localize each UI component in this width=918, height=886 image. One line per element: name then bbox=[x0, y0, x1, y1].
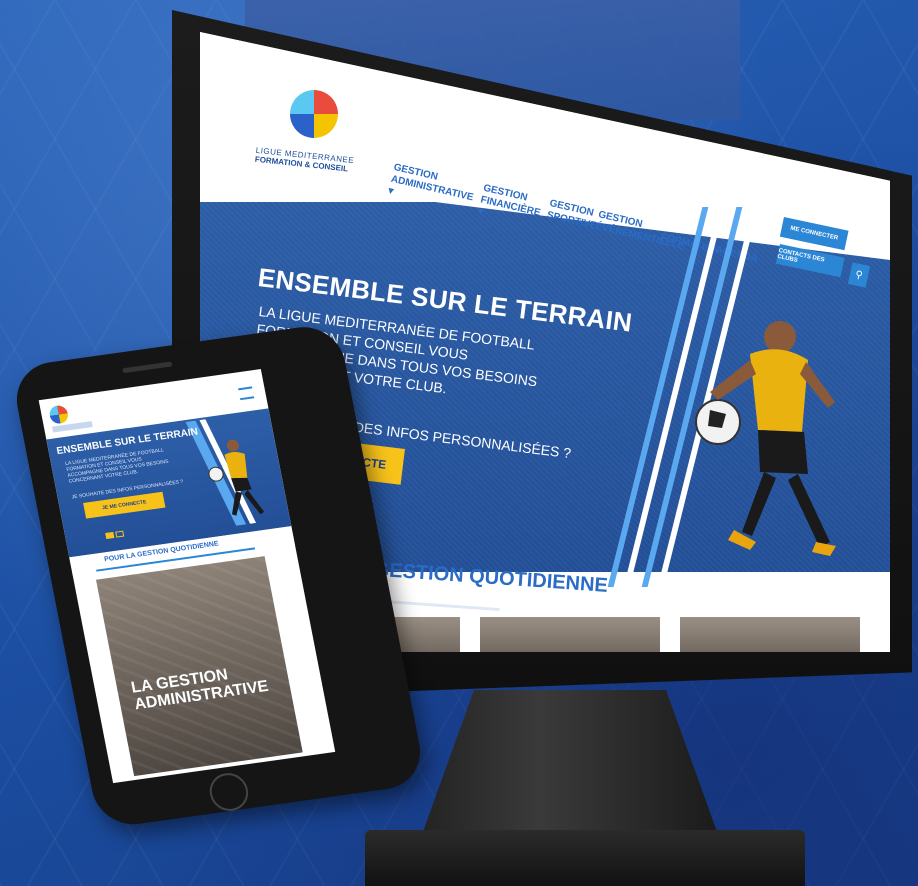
mobile-carousel-dots bbox=[104, 523, 127, 543]
nav-item-gestion-sportive[interactable]: GESTION SPORTIVE bbox=[546, 198, 600, 233]
football-player-image bbox=[695, 321, 836, 556]
monitor-base bbox=[365, 830, 805, 886]
mobile-screen: ENSEMBLE SUR LE TERRAIN LA LIGUE MEDITER… bbox=[38, 369, 336, 784]
service-card[interactable] bbox=[680, 617, 860, 652]
mobile-logo-icon[interactable] bbox=[48, 404, 70, 425]
mobile-service-card[interactable] bbox=[95, 556, 303, 777]
hamburger-menu-icon[interactable] bbox=[238, 386, 255, 401]
service-card[interactable] bbox=[480, 617, 660, 652]
phone-speaker bbox=[122, 361, 173, 374]
football-logo-icon bbox=[290, 90, 338, 138]
carousel-dot[interactable] bbox=[115, 530, 125, 538]
phone-home-button[interactable] bbox=[206, 770, 252, 814]
carousel-dot[interactable] bbox=[105, 531, 115, 539]
